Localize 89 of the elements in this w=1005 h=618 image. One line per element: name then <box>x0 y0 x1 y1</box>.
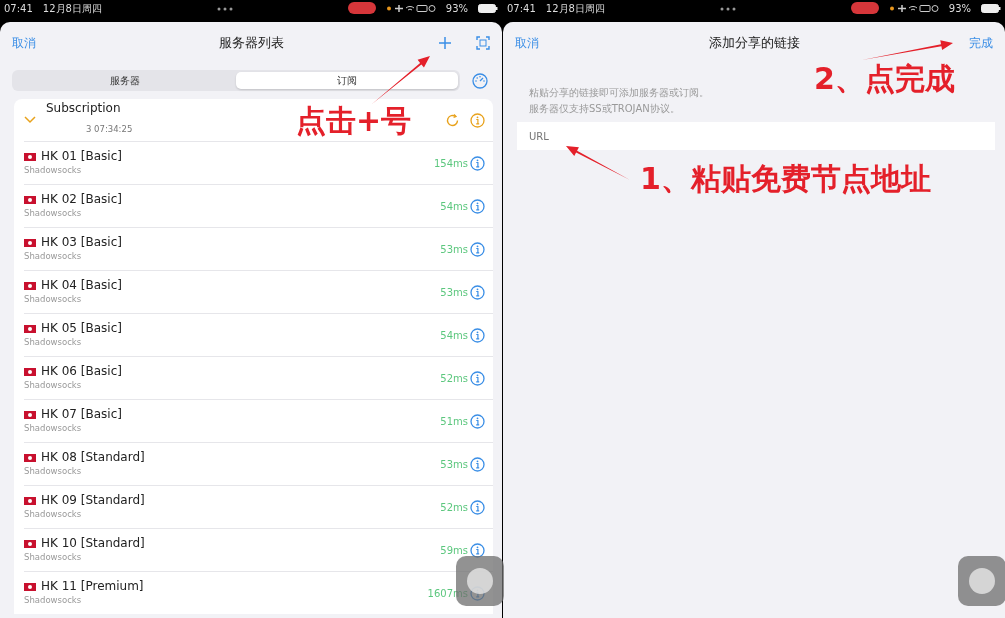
screen-title: 添加分享的链接 <box>708 34 800 50</box>
flag-icon <box>24 539 36 548</box>
info-icon[interactable] <box>470 198 485 214</box>
info-icon[interactable] <box>470 370 485 386</box>
latency-value: 154ms <box>433 156 468 171</box>
status-date: 12月8日周四 <box>545 1 605 16</box>
server-name: HK 09 [Standard] <box>41 493 145 508</box>
info-icon[interactable] <box>470 112 485 128</box>
cancel-button[interactable]: 取消 <box>515 34 539 52</box>
clock-time: 07:41 <box>507 1 536 16</box>
info-icon[interactable] <box>470 155 485 171</box>
info-icon[interactable] <box>470 241 485 257</box>
segment-tab[interactable]: 服务器 <box>14 72 236 89</box>
server-name: HK 04 [Basic] <box>41 278 122 293</box>
screen-recording-indicator <box>850 2 879 14</box>
latency-value: 53ms <box>440 242 468 257</box>
done-button[interactable]: 完成 <box>969 34 993 52</box>
protocol-label: Shadowsocks <box>24 378 83 392</box>
battery-percentage: 93% <box>445 1 468 16</box>
info-icon[interactable] <box>470 499 485 515</box>
flag-icon <box>24 195 36 204</box>
screen-title: 服务器列表 <box>218 34 284 50</box>
battery-percentage: 93% <box>948 1 971 16</box>
chevron-down-icon[interactable] <box>24 116 36 124</box>
screen-recording-indicator <box>347 2 376 14</box>
flag-icon <box>24 410 36 419</box>
refresh-icon[interactable] <box>445 112 460 128</box>
info-icon[interactable] <box>470 542 485 558</box>
qr-scan-icon[interactable] <box>476 36 490 50</box>
flag-icon <box>24 324 36 333</box>
protocol-label: Shadowsocks <box>24 464 83 478</box>
server-name: HK 03 [Basic] <box>41 235 122 250</box>
battery-icon <box>478 3 498 13</box>
battery-icon <box>981 3 1001 13</box>
annotation-label: 1、粘贴免费节点地址 <box>640 164 931 194</box>
flag-icon <box>24 496 36 505</box>
clock-time: 07:41 <box>4 1 33 16</box>
latency-value: 51ms <box>440 414 468 429</box>
hint-text: 粘贴分享的链接即可添加服务器或订阅。 <box>529 87 709 98</box>
server-name: HK 02 [Basic] <box>41 192 122 207</box>
info-icon[interactable] <box>470 284 485 300</box>
protocol-label: Shadowsocks <box>24 421 83 435</box>
protocol-label: Shadowsocks <box>24 163 83 177</box>
segment-tab[interactable]: 订阅 <box>236 72 458 89</box>
hint-text: 服务器仅支持SS或TROJAN协议。 <box>529 103 680 114</box>
info-icon[interactable] <box>470 327 485 343</box>
url-field[interactable]: URL <box>517 122 995 150</box>
protocol-label: Shadowsocks <box>24 249 83 263</box>
flag-icon <box>24 281 36 290</box>
latency-value: 54ms <box>440 328 468 343</box>
update-time: 3 07:34:25 <box>86 124 133 135</box>
status-icons-drawing <box>385 3 436 13</box>
multitasking-dots-icon <box>216 6 233 11</box>
annotation-label: 点击+号 <box>296 106 412 136</box>
flag-icon <box>24 582 36 591</box>
flag-icon <box>24 453 36 462</box>
speedometer-icon[interactable] <box>472 72 488 89</box>
protocol-label: Shadowsocks <box>24 335 83 349</box>
info-icon[interactable] <box>470 456 485 472</box>
server-name: HK 11 [Premium] <box>41 579 144 594</box>
status-icons-drawing <box>888 3 939 13</box>
flag-icon <box>24 238 36 247</box>
assistive-touch-button[interactable] <box>958 556 1005 606</box>
annotation-label: 2、点完成 <box>814 64 955 94</box>
server-name: HK 05 [Basic] <box>41 321 122 336</box>
status-date: 12月8日周四 <box>42 1 102 16</box>
server-name: HK 01 [Basic] <box>41 149 122 164</box>
latency-value: 54ms <box>440 199 468 214</box>
flag-icon <box>24 367 36 376</box>
protocol-label: Shadowsocks <box>24 593 83 607</box>
latency-value: 52ms <box>440 500 468 515</box>
info-icon[interactable] <box>470 413 485 429</box>
multitasking-dots-icon <box>719 6 736 11</box>
server-name: HK 06 [Basic] <box>41 364 122 379</box>
protocol-label: Shadowsocks <box>24 507 83 521</box>
cancel-button[interactable]: 取消 <box>12 34 36 52</box>
subscription-name: Subscription <box>46 100 122 116</box>
protocol-label: Shadowsocks <box>24 550 83 564</box>
latency-value: 53ms <box>440 285 468 300</box>
server-name: HK 10 [Standard] <box>41 536 145 551</box>
server-name: HK 08 [Standard] <box>41 450 145 465</box>
protocol-label: Shadowsocks <box>24 292 83 306</box>
server-name: HK 07 [Basic] <box>41 407 122 422</box>
latency-value: 53ms <box>440 457 468 472</box>
flag-icon <box>24 152 36 161</box>
latency-value: 59ms <box>440 543 468 558</box>
protocol-label: Shadowsocks <box>24 206 83 220</box>
add-icon[interactable] <box>438 36 452 50</box>
latency-value: 52ms <box>440 371 468 386</box>
